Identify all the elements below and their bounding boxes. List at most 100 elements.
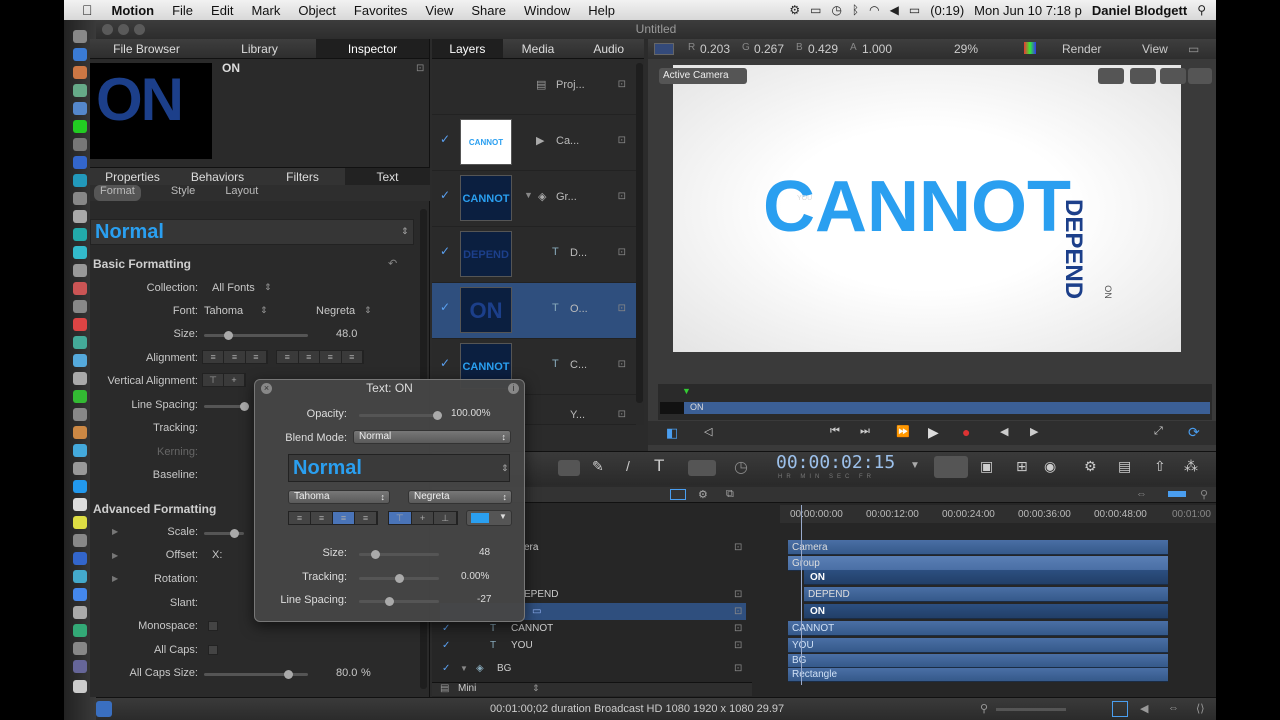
- zoom-window-button[interactable]: [134, 24, 145, 35]
- font-style-dropdown[interactable]: Negreta: [316, 305, 355, 317]
- wifi-icon[interactable]: ◠: [869, 3, 879, 17]
- timeline-track-rectangle[interactable]: Rectangle: [788, 668, 1168, 682]
- hud-info-button[interactable]: i: [508, 383, 519, 394]
- tab-library[interactable]: Library: [203, 39, 316, 58]
- timeline-track-bg[interactable]: BG: [788, 654, 1168, 668]
- valign-top-icon[interactable]: ⊤: [203, 374, 224, 386]
- color-swatch[interactable]: [654, 43, 674, 55]
- valign-middle-icon[interactable]: +: [412, 512, 435, 524]
- hud-line-spacing-slider[interactable]: [359, 597, 439, 606]
- timeline-zoom-icon[interactable]: ⚲: [1200, 488, 1208, 501]
- monospace-checkbox[interactable]: [208, 621, 218, 631]
- timeline-track-depend[interactable]: DEPEND: [804, 587, 1168, 602]
- zoom-out-icon[interactable]: ⚲: [980, 702, 988, 715]
- tab-behaviors[interactable]: Behaviors: [175, 168, 260, 185]
- scale-slider[interactable]: [204, 529, 244, 538]
- vertical-alignment-buttons[interactable]: ⊤ +: [202, 373, 246, 387]
- hud-tracking-knob[interactable]: [395, 574, 404, 583]
- line-spacing-slider-knob[interactable]: [240, 402, 249, 411]
- layer-row-depend[interactable]: ✓ DEPEND T D... ⊡: [432, 227, 636, 283]
- audio-icon[interactable]: ◁: [704, 425, 712, 438]
- timeline-layer-row[interactable]: ✓ T CANNOT ⊡: [440, 620, 746, 637]
- app-icon[interactable]: [73, 498, 87, 511]
- mini-timeline-bar[interactable]: ON: [660, 402, 1210, 414]
- hud-size-slider[interactable]: [359, 550, 439, 559]
- app-icon[interactable]: [73, 246, 87, 259]
- justify-center-icon[interactable]: ≡: [299, 351, 320, 363]
- tab-audio[interactable]: Audio: [573, 39, 644, 58]
- share-icon[interactable]: ⇧: [1154, 458, 1166, 475]
- align-center-icon[interactable]: ≡: [311, 512, 333, 524]
- close-window-button[interactable]: [102, 24, 113, 35]
- trash-icon[interactable]: [73, 680, 87, 693]
- hud-alignment-buttons[interactable]: ≡ ≡ ≡ ≡: [288, 511, 378, 525]
- tab-format[interactable]: Format: [94, 185, 141, 201]
- lock-icon[interactable]: ⊡: [734, 586, 742, 603]
- render-menu[interactable]: Render: [1062, 42, 1101, 56]
- audio-status-icon[interactable]: ◀: [1140, 702, 1148, 715]
- text-tool-icon[interactable]: T: [654, 456, 664, 476]
- timing-display-icon[interactable]: [934, 456, 968, 478]
- hud-color-dropdown-icon[interactable]: ▼: [499, 512, 507, 521]
- layer-visibility-checkbox[interactable]: ✓: [442, 637, 450, 654]
- timeline-track-cannot[interactable]: CANNOT: [788, 621, 1168, 636]
- volume-icon[interactable]: ◀: [890, 3, 899, 17]
- reset-icon[interactable]: ↶: [388, 257, 397, 270]
- hud-opacity-knob[interactable]: [433, 411, 442, 420]
- justify-right-icon[interactable]: ≡: [320, 351, 342, 363]
- timeline-settings-icon[interactable]: ⚙: [698, 488, 708, 501]
- lock-icon[interactable]: ⊡: [618, 135, 626, 146]
- disclosure-triangle-icon[interactable]: ▼: [524, 190, 533, 200]
- all-caps-size-slider-knob[interactable]: [284, 670, 293, 679]
- timecode-dropdown-icon[interactable]: ▼: [910, 460, 920, 471]
- layer-visibility-checkbox[interactable]: ✓: [440, 133, 451, 145]
- layer-visibility-checkbox[interactable]: ✓: [440, 245, 451, 257]
- hud-preset-selector[interactable]: Normal ⇕: [288, 454, 510, 482]
- lock-icon[interactable]: ⊡: [734, 539, 742, 556]
- dolly-tool-icon[interactable]: [1188, 68, 1212, 84]
- timeline-track-you[interactable]: YOU: [788, 638, 1168, 653]
- timeline-layer-row[interactable]: ✓ ▼ ◈ BG ⊡: [440, 660, 746, 677]
- hud-tracking-value[interactable]: 0.00%: [461, 571, 489, 582]
- advanced-formatting-header[interactable]: Advanced Formatting: [93, 502, 216, 516]
- menu-favorites[interactable]: Favorites: [345, 3, 416, 18]
- play-from-start-icon[interactable]: ⏭: [860, 425, 870, 438]
- hud-tracking-slider[interactable]: [359, 574, 439, 583]
- app-icon[interactable]: [73, 102, 87, 115]
- timecode-display[interactable]: 00:00:02:15: [776, 452, 906, 476]
- hud-toggle-icon[interactable]: ⁂: [1184, 458, 1198, 475]
- hud-blend-dropdown[interactable]: Normal: [353, 430, 511, 444]
- size-slider-knob[interactable]: [224, 331, 233, 340]
- generators-icon[interactable]: ◉: [1044, 458, 1056, 475]
- lock-icon[interactable]: ⊡: [618, 359, 626, 370]
- lock-icon[interactable]: ⊡: [618, 191, 626, 202]
- canvas-depend-text[interactable]: DEPEND: [1059, 199, 1087, 299]
- scale-slider-knob[interactable]: [230, 529, 239, 538]
- lock-icon[interactable]: ⊡: [734, 603, 742, 620]
- tab-inspector[interactable]: Inspector: [316, 39, 429, 58]
- menu-file[interactable]: File: [163, 3, 202, 18]
- tab-text[interactable]: Text: [345, 168, 430, 185]
- lock-icon[interactable]: ⊡: [618, 303, 626, 314]
- select-tool-icon[interactable]: [558, 460, 580, 476]
- loop-icon[interactable]: ⟳: [1188, 424, 1200, 441]
- tab-style[interactable]: Style: [171, 185, 195, 201]
- hud-size-knob[interactable]: [371, 550, 380, 559]
- app-icon[interactable]: [73, 174, 87, 187]
- align-left-icon[interactable]: ≡: [203, 351, 225, 363]
- bluetooth-icon[interactable]: ᛒ: [852, 3, 859, 17]
- pen-tool-icon[interactable]: ✎: [592, 458, 604, 475]
- filters-icon[interactable]: ▤: [1118, 458, 1131, 475]
- brush-tool-icon[interactable]: /: [626, 458, 630, 474]
- justify-full-icon[interactable]: ≡: [342, 351, 363, 363]
- timeline-layer-row[interactable]: ✓ T YOU ⊡: [440, 637, 746, 654]
- all-caps-checkbox[interactable]: [208, 645, 218, 655]
- align-right-icon[interactable]: ≡: [333, 512, 355, 524]
- zoom-slider[interactable]: [996, 708, 1066, 711]
- hud-vertical-alignment-buttons[interactable]: ⊤ + ⊥: [388, 511, 458, 525]
- justify-left-icon[interactable]: ≡: [277, 351, 299, 363]
- valign-middle-icon[interactable]: +: [224, 374, 245, 386]
- lock-icon[interactable]: ⊡: [416, 63, 424, 74]
- layout-icon[interactable]: ▭: [1188, 42, 1199, 56]
- app-icon[interactable]: [73, 228, 87, 241]
